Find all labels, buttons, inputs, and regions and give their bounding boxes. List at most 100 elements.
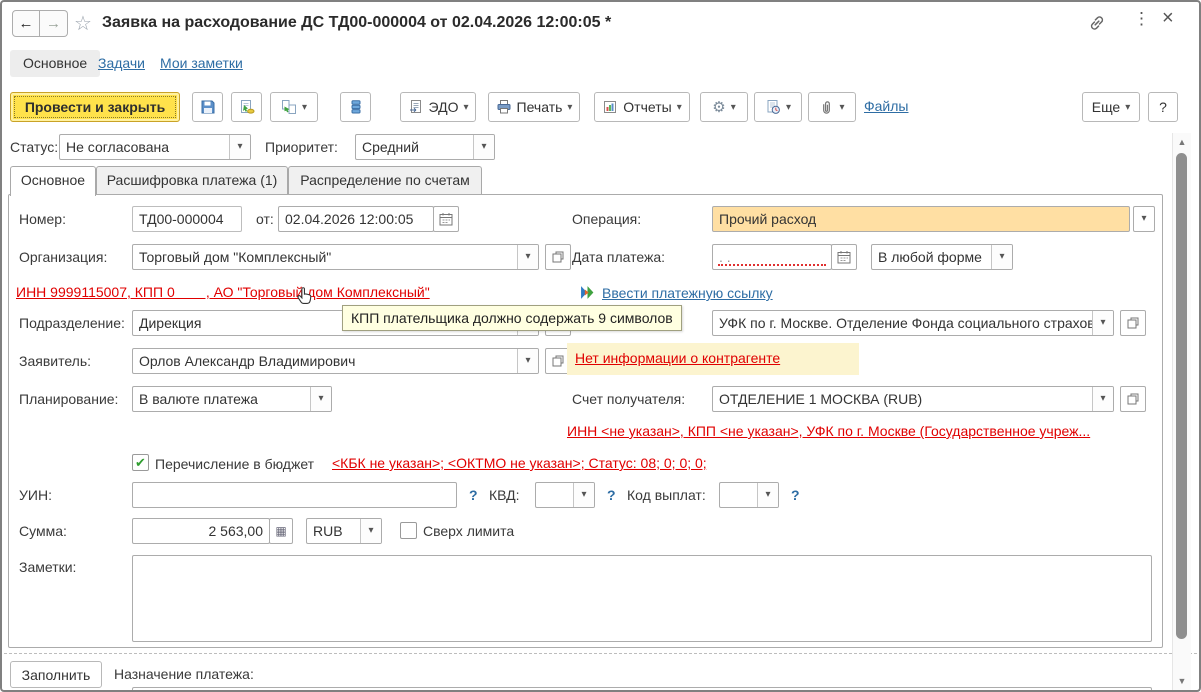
open-icon xyxy=(552,355,564,367)
dropdown-icon[interactable]: ▾ xyxy=(1092,387,1113,411)
attachments-menu-button[interactable]: ▾ xyxy=(808,92,856,122)
priority-select[interactable]: Средний ▾ xyxy=(355,134,495,160)
save-button[interactable] xyxy=(192,92,223,122)
dropdown-icon[interactable]: ▾ xyxy=(517,245,538,269)
tab-account-distribution[interactable]: Распределение по счетам xyxy=(288,166,482,195)
recipient-requisites-error-link[interactable]: ИНН <не указан>, КПП <не указан>, УФК по… xyxy=(567,423,1090,439)
fill-button[interactable]: Заполнить xyxy=(10,661,102,688)
uin-field[interactable] xyxy=(132,482,457,508)
over-limit-checkbox[interactable] xyxy=(400,522,417,539)
nav-item-main[interactable]: Основное xyxy=(10,50,100,77)
more-menu-button[interactable]: Еще ▾ xyxy=(1082,92,1140,122)
payment-form-value: В любой форме xyxy=(878,249,982,265)
scroll-up-icon[interactable]: ▲ xyxy=(1173,137,1191,147)
help-button[interactable]: ? xyxy=(1148,92,1178,122)
scrollbar-thumb[interactable] xyxy=(1176,153,1187,639)
document-window: ← → ☆ Заявка на расходование ДС ТД00-000… xyxy=(0,0,1201,692)
organization-field[interactable]: Торговый дом "Комплексный" ▾ xyxy=(132,244,539,270)
fill-button-label: Заполнить xyxy=(22,667,91,683)
create-based-on-button[interactable]: ▾ xyxy=(270,92,318,122)
amount-field[interactable]: 2 563,00 xyxy=(132,518,270,544)
operation-field[interactable]: Прочий расход xyxy=(712,206,1130,232)
notes-textarea[interactable] xyxy=(132,555,1152,642)
notes-label: Заметки: xyxy=(19,554,76,580)
payment-date-calendar-button[interactable] xyxy=(831,244,857,270)
kvd-select[interactable]: ▾ xyxy=(535,482,595,508)
recipient-account-label: Счет получателя: xyxy=(572,386,685,412)
create-based-on-icon xyxy=(281,99,297,115)
dropdown-icon[interactable]: ▾ xyxy=(757,483,778,507)
back-button[interactable]: ← xyxy=(12,10,40,37)
kbk-error-link[interactable]: <КБК не указан>; <ОКТМО не указан>; Стат… xyxy=(332,455,707,471)
page-title: Заявка на расходование ДС ТД00-000004 от… xyxy=(102,14,611,32)
payment-purpose-textarea[interactable] xyxy=(132,687,1152,692)
splitter-handle[interactable] xyxy=(4,653,1197,654)
organization-open-button[interactable] xyxy=(545,244,571,270)
payout-code-select[interactable]: ▾ xyxy=(719,482,779,508)
number-label: Номер: xyxy=(19,206,66,232)
tab-main[interactable]: Основное xyxy=(10,166,96,196)
dropdown-icon[interactable]: ▾ xyxy=(991,245,1012,269)
gear-icon: ⚙ xyxy=(712,98,725,116)
payer-requisites-error-link[interactable]: ИНН 9999115007, КПП 0 , АО "Торговый дом… xyxy=(16,284,430,300)
dropdown-icon[interactable]: ▾ xyxy=(229,135,250,159)
planning-select[interactable]: В валюте платежа ▾ xyxy=(132,386,332,412)
doc-date-label: от: xyxy=(256,206,274,232)
dropdown-icon[interactable]: ▾ xyxy=(360,519,381,543)
operation-dropdown-button[interactable]: ▾ xyxy=(1133,206,1155,232)
payment-form-select[interactable]: В любой форме ▾ xyxy=(871,244,1013,270)
kvd-help-icon[interactable]: ? xyxy=(607,482,616,508)
dropdown-icon[interactable]: ▾ xyxy=(573,483,594,507)
enter-payment-link[interactable]: Ввести платежную ссылку xyxy=(602,285,773,301)
currency-select[interactable]: RUB ▾ xyxy=(306,518,382,544)
applicant-field[interactable]: Орлов Александр Владимирович ▾ xyxy=(132,348,539,374)
planning-value: В валюте платежа xyxy=(139,391,258,407)
nav-item-my-notes[interactable]: Мои заметки xyxy=(160,55,243,71)
favorite-star-icon[interactable]: ☆ xyxy=(74,11,92,36)
edo-menu-button[interactable]: ЭДО ▾ xyxy=(400,92,476,122)
amount-calculator-button[interactable]: ▦ xyxy=(269,518,293,544)
dropdown-icon[interactable]: ▾ xyxy=(1092,311,1113,335)
recipient-open-button[interactable] xyxy=(1120,310,1146,336)
recipient-account-value: ОТДЕЛЕНИЕ 1 МОСКВА (RUB) xyxy=(719,391,922,407)
counterparty-warning-link[interactable]: Нет информации о контрагенте xyxy=(575,350,780,366)
limits-menu-button[interactable]: ▾ xyxy=(754,92,802,122)
get-link-icon[interactable] xyxy=(1087,13,1107,33)
payout-code-help-icon[interactable]: ? xyxy=(791,482,800,508)
post-and-close-button[interactable]: Провести и закрыть xyxy=(10,92,180,122)
calendar-icon xyxy=(837,250,851,264)
uin-help-icon[interactable]: ? xyxy=(469,482,478,508)
recipient-value: УФК по г. Москве. Отделение Фонда социал… xyxy=(719,315,1102,331)
dropdown-icon: ▾ xyxy=(302,102,307,113)
vertical-scrollbar[interactable]: ▲ ▼ xyxy=(1172,133,1191,690)
recipient-account-field[interactable]: ОТДЕЛЕНИЕ 1 МОСКВА (RUB) ▾ xyxy=(712,386,1114,412)
dropdown-icon[interactable]: ▾ xyxy=(310,387,331,411)
dropdown-icon[interactable]: ▾ xyxy=(473,135,494,159)
dropdown-icon: ▾ xyxy=(731,102,736,113)
recipient-field[interactable]: УФК по г. Москве. Отделение Фонда социал… xyxy=(712,310,1114,336)
files-link[interactable]: Файлы xyxy=(864,98,908,114)
doc-date-calendar-button[interactable] xyxy=(433,206,459,232)
register-records-button[interactable] xyxy=(340,92,371,122)
doc-date-field[interactable]: 02.04.2026 12:00:05 xyxy=(278,206,434,232)
settings-menu-button[interactable]: ⚙ ▾ xyxy=(700,92,748,122)
reports-menu-button[interactable]: Отчеты ▾ xyxy=(594,92,690,122)
scroll-down-icon[interactable]: ▼ xyxy=(1173,676,1191,686)
print-menu-button[interactable]: Печать ▾ xyxy=(488,92,580,122)
tab-payment-breakdown[interactable]: Расшифровка платежа (1) xyxy=(96,166,288,195)
post-button[interactable] xyxy=(231,92,262,122)
print-label: Печать xyxy=(517,99,563,115)
status-select[interactable]: Не согласована ▾ xyxy=(59,134,251,160)
forward-button[interactable]: → xyxy=(40,10,68,37)
budget-transfer-checkbox[interactable]: ✔ xyxy=(132,454,149,471)
nav-item-tasks[interactable]: Задачи xyxy=(98,55,145,71)
payment-date-field[interactable]: . . xyxy=(712,244,832,270)
save-icon xyxy=(200,99,216,115)
close-icon[interactable]: × xyxy=(1162,7,1174,30)
recipient-account-open-button[interactable] xyxy=(1120,386,1146,412)
open-icon xyxy=(1127,317,1139,329)
number-field[interactable]: ТД00-000004 xyxy=(132,206,242,232)
print-icon xyxy=(496,99,512,115)
window-menu-kebab-icon[interactable]: ⋮ xyxy=(1133,9,1150,29)
dropdown-icon[interactable]: ▾ xyxy=(517,349,538,373)
